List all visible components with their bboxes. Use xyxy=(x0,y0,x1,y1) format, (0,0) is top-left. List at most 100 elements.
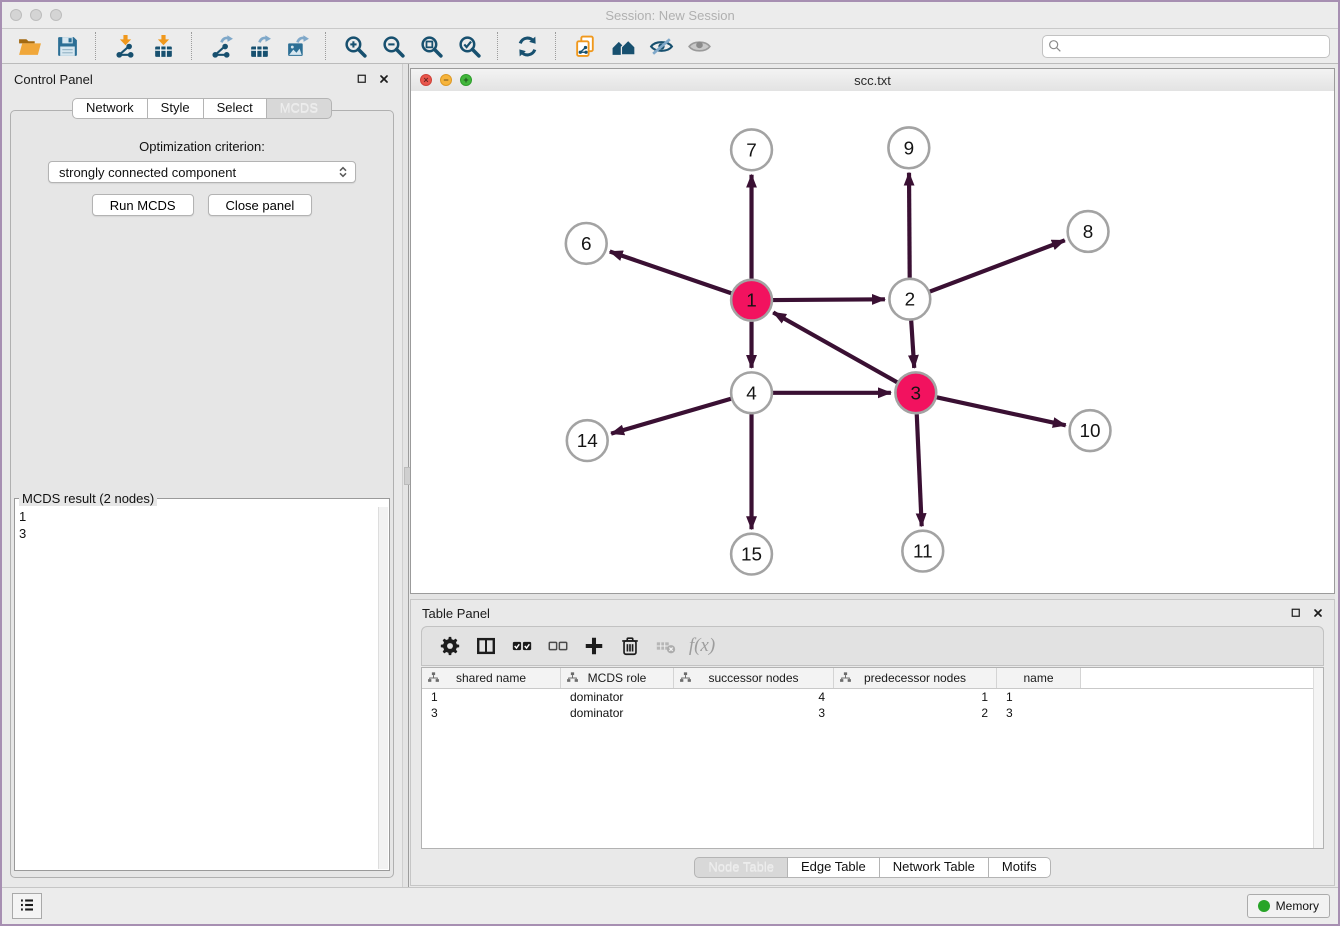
node-6[interactable]: 6 xyxy=(566,223,607,264)
column-header-predecessor-nodes[interactable]: predecessor nodes xyxy=(834,668,997,688)
application-window: { "window": { "title": "Session: New Ses… xyxy=(0,0,1340,926)
column-header-mcds-role[interactable]: MCDS role xyxy=(561,668,674,688)
node-7[interactable]: 7 xyxy=(731,129,772,170)
tab-network[interactable]: Network xyxy=(72,98,148,119)
network-canvas[interactable]: 7 9 6 8 1 2 4 3 14 10 15 11 xyxy=(411,91,1334,593)
import-network-icon[interactable] xyxy=(106,31,144,62)
edge-4-14[interactable] xyxy=(611,399,731,434)
minimize-traffic-icon[interactable]: − xyxy=(440,74,452,86)
node-8[interactable]: 8 xyxy=(1068,211,1109,252)
show-graphics-icon[interactable] xyxy=(680,31,718,62)
memory-button[interactable]: Memory xyxy=(1247,894,1330,918)
edge-3-10[interactable] xyxy=(937,397,1066,425)
gear-icon[interactable] xyxy=(432,631,468,661)
column-header-shared-name[interactable]: shared name xyxy=(422,668,561,688)
edge-3-11[interactable] xyxy=(917,414,922,526)
tab-style[interactable]: Style xyxy=(148,98,204,119)
cell-shared-name: 3 xyxy=(422,706,561,720)
tab-mcds[interactable]: MCDS xyxy=(267,98,332,119)
toolbar-separator xyxy=(555,32,557,60)
node-4[interactable]: 4 xyxy=(731,372,772,413)
cell-name: 1 xyxy=(997,690,1081,704)
edge-1-2[interactable] xyxy=(773,299,885,300)
network-window-titlebar[interactable]: × − + scc.txt xyxy=(411,69,1334,92)
hide-graphics-icon[interactable] xyxy=(642,31,680,62)
tab-select[interactable]: Select xyxy=(204,98,267,119)
tree-icon xyxy=(679,671,692,684)
export-image-icon[interactable] xyxy=(278,31,316,62)
column-header-successor-nodes[interactable]: successor nodes xyxy=(674,668,834,688)
tree-icon xyxy=(839,671,852,684)
run-mcds-button[interactable]: Run MCDS xyxy=(92,194,194,216)
refresh-icon[interactable] xyxy=(508,31,546,62)
tree-icon xyxy=(566,671,579,684)
edge-2-3[interactable] xyxy=(911,321,914,368)
minimize-traffic-icon[interactable] xyxy=(30,9,42,21)
zoom-fit-icon[interactable] xyxy=(412,31,450,62)
node-1[interactable]: 1 xyxy=(731,280,772,321)
edge-2-8[interactable] xyxy=(930,240,1065,291)
float-icon[interactable] xyxy=(1289,606,1302,619)
tab-motifs[interactable]: Motifs xyxy=(989,857,1051,878)
import-table-icon[interactable] xyxy=(144,31,182,62)
open-file-icon[interactable] xyxy=(10,31,48,62)
network-overview-icon[interactable] xyxy=(566,31,604,62)
svg-text:6: 6 xyxy=(581,234,592,255)
vertical-splitter[interactable] xyxy=(402,64,409,888)
node-15[interactable]: 15 xyxy=(731,534,772,575)
node-9[interactable]: 9 xyxy=(888,127,929,168)
criterion-select[interactable]: strongly connected component xyxy=(48,161,356,183)
float-icon[interactable] xyxy=(355,72,368,85)
task-history-button[interactable] xyxy=(12,893,42,919)
zoom-out-icon[interactable] xyxy=(374,31,412,62)
zoom-in-icon[interactable] xyxy=(336,31,374,62)
delete-table-icon[interactable] xyxy=(648,631,684,661)
mcds-result-box: MCDS result (2 nodes) 1 3 xyxy=(14,491,390,871)
tab-node-table[interactable]: Node Table xyxy=(694,857,788,878)
select-all-icon[interactable] xyxy=(504,631,540,661)
close-traffic-icon[interactable] xyxy=(10,9,22,21)
deselect-all-icon[interactable] xyxy=(540,631,576,661)
table-row[interactable]: 1dominator411 xyxy=(422,689,1323,705)
tree-icon xyxy=(427,671,440,684)
export-table-icon[interactable] xyxy=(240,31,278,62)
split-columns-icon[interactable] xyxy=(468,631,504,661)
node-11[interactable]: 11 xyxy=(902,531,943,572)
add-column-icon[interactable] xyxy=(576,631,612,661)
node-10[interactable]: 10 xyxy=(1070,410,1111,451)
control-panel-title: Control Panel xyxy=(14,72,93,87)
control-panel-header: Control Panel xyxy=(2,64,402,90)
delete-column-icon[interactable] xyxy=(612,631,648,661)
home-icon[interactable] xyxy=(604,31,642,62)
close-icon[interactable] xyxy=(1311,606,1324,619)
save-session-icon[interactable] xyxy=(48,31,86,62)
result-scrollbar[interactable] xyxy=(378,507,388,869)
zoom-traffic-icon[interactable] xyxy=(50,9,62,21)
edge-2-9[interactable] xyxy=(909,173,910,278)
node-14[interactable]: 14 xyxy=(567,420,608,461)
control-panel: Control Panel NetworkStyleSelectMCDS Opt… xyxy=(2,64,402,888)
close-icon[interactable] xyxy=(377,72,390,85)
column-label: predecessor nodes xyxy=(864,671,966,685)
cell-name: 3 xyxy=(997,706,1081,720)
search-input[interactable] xyxy=(1042,35,1330,58)
column-header-name[interactable]: name xyxy=(997,668,1081,688)
tab-network-table[interactable]: Network Table xyxy=(880,857,989,878)
zoom-traffic-icon[interactable]: + xyxy=(460,74,472,86)
zoom-selected-icon[interactable] xyxy=(450,31,488,62)
table-row[interactable]: 3dominator323 xyxy=(422,705,1323,721)
cell-successor-nodes: 4 xyxy=(674,690,834,704)
table-panel-tabs: Node TableEdge TableNetwork TableMotifs xyxy=(694,857,1050,878)
edge-1-6[interactable] xyxy=(610,252,731,294)
edge-3-1[interactable] xyxy=(773,312,897,382)
node-2[interactable]: 2 xyxy=(889,279,930,320)
apply-function-button[interactable]: f(x) xyxy=(684,631,720,661)
table-scrollbar[interactable] xyxy=(1313,668,1323,848)
traffic-lights xyxy=(10,9,62,21)
node-3[interactable]: 3 xyxy=(895,372,936,413)
export-network-icon[interactable] xyxy=(202,31,240,62)
close-panel-button[interactable]: Close panel xyxy=(208,194,313,216)
close-traffic-icon[interactable]: × xyxy=(420,74,432,86)
tab-edge-table[interactable]: Edge Table xyxy=(788,857,880,878)
svg-text:10: 10 xyxy=(1080,421,1101,442)
